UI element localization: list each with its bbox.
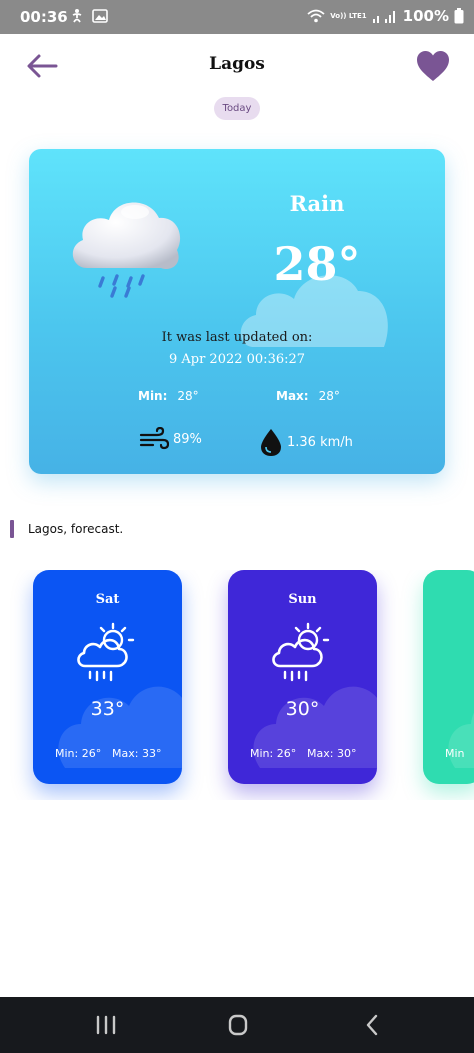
recents-button[interactable] xyxy=(86,1011,126,1039)
accessibility-icon xyxy=(72,9,82,23)
current-weather-card: Rain 28° It was last updated on: 9 Apr 2… xyxy=(29,149,445,474)
gallery-icon xyxy=(92,9,108,23)
current-temperature: 28° xyxy=(273,237,361,291)
forecast-max: Max: 33° xyxy=(112,747,162,760)
partly-cloudy-rain-icon xyxy=(272,622,330,682)
system-nav-bar xyxy=(0,997,474,1053)
wifi-icon xyxy=(307,9,325,23)
chevron-left-icon xyxy=(366,1014,378,1036)
wind-stat: 1.36 km/h xyxy=(259,427,353,457)
network-label: Vo)) LTE1 xyxy=(330,12,367,20)
rain-cloud-icon xyxy=(72,202,181,298)
home-button[interactable] xyxy=(218,1011,258,1039)
status-right-icons: Vo)) LTE1 100% xyxy=(307,7,464,25)
heart-icon xyxy=(417,51,449,81)
min-label: Min: xyxy=(138,389,168,403)
today-chip[interactable]: Today xyxy=(214,97,260,120)
forecast-card[interactable]: Sat 33° Min: 26° Max: 33° xyxy=(33,570,182,784)
forecast-min: Min: 26° xyxy=(55,747,102,760)
forecast-list[interactable]: Sat 33° Min: 26° Max: 33° Sun 30° Min: 2… xyxy=(0,570,474,800)
home-icon xyxy=(228,1014,248,1036)
system-back-button[interactable] xyxy=(352,1011,392,1039)
forecast-day: Sat xyxy=(95,592,120,607)
last-updated-label: It was last updated on: xyxy=(161,330,313,345)
signal-icon xyxy=(372,11,395,23)
min-value: 28° xyxy=(177,389,199,403)
weather-condition: Rain xyxy=(289,191,345,216)
max-temperature: Max: 28° xyxy=(276,389,340,403)
forecast-max: Max: 30° xyxy=(307,747,357,760)
status-notification-icons xyxy=(70,8,108,24)
wind-icon xyxy=(139,427,169,450)
forecast-temperature: 33° xyxy=(90,698,125,720)
max-label: Max: xyxy=(276,389,309,403)
forecast-min: Min xyxy=(445,747,465,760)
forecast-accent-bar xyxy=(10,520,14,538)
humidity-stat: 89% xyxy=(139,427,202,451)
forecast-card[interactable]: Min xyxy=(423,570,474,784)
humidity-value: 89% xyxy=(173,431,202,447)
last-updated-value: 9 Apr 2022 00:36:27 xyxy=(168,352,306,367)
forecast-min: Min: 26° xyxy=(250,747,297,760)
status-time: 00:36 xyxy=(20,8,68,26)
partly-cloudy-rain-icon xyxy=(77,622,135,682)
max-value: 28° xyxy=(318,389,340,403)
forecast-day: Sun xyxy=(288,592,317,607)
wind-value: 1.36 km/h xyxy=(287,434,353,450)
forecast-card[interactable]: Sun 30° Min: 26° Max: 30° xyxy=(228,570,377,784)
recents-icon xyxy=(96,1015,116,1035)
status-bar: 00:36 Vo)) LTE1 100% xyxy=(0,0,474,34)
forecast-title: Lagos, forecast. xyxy=(28,522,124,536)
water-drop-icon xyxy=(261,429,281,456)
page-title: Lagos xyxy=(209,54,265,74)
battery-level: 100% xyxy=(402,7,449,25)
favorite-button[interactable] xyxy=(414,48,452,84)
battery-icon xyxy=(454,8,464,24)
min-temperature: Min: 28° xyxy=(138,389,199,403)
forecast-temperature: 30° xyxy=(285,698,320,720)
